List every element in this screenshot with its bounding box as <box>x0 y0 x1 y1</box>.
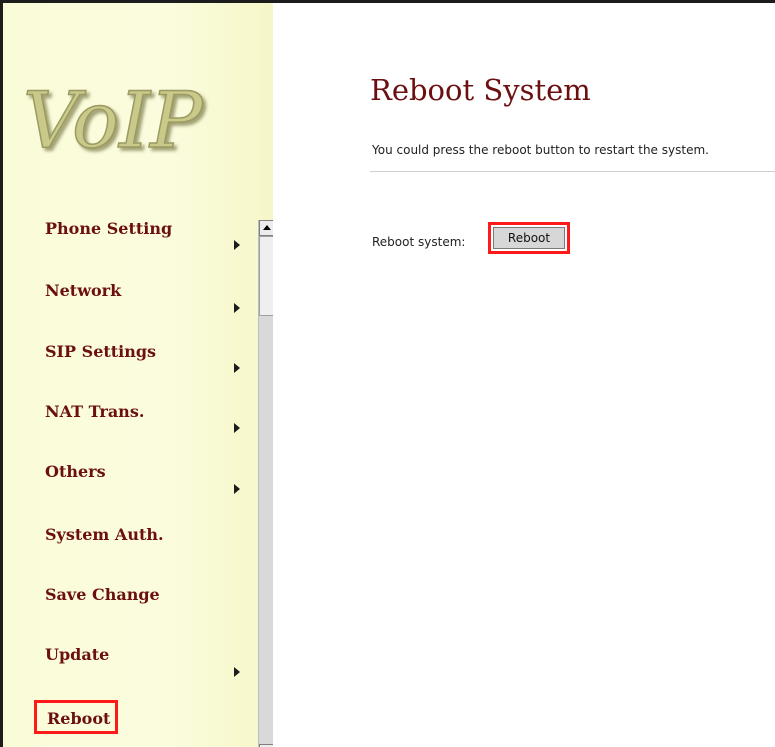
scroll-thumb[interactable] <box>259 236 273 316</box>
menu-label-phone-setting: Phone Setting <box>45 219 173 238</box>
chevron-right-icon <box>234 240 240 250</box>
main-content: Reboot System You could press the reboot… <box>274 3 775 747</box>
reboot-button[interactable]: Reboot <box>493 227 565 249</box>
menu-label-save-change: Save Change <box>45 585 160 604</box>
menu-label-sip-settings: SIP Settings <box>45 342 157 361</box>
reboot-button-highlight: Reboot <box>488 222 570 254</box>
menu-label-network: Network <box>45 281 122 300</box>
chevron-right-icon <box>234 363 240 373</box>
menu-label-others: Others <box>45 462 106 481</box>
voip-logo: VoIP <box>22 75 204 167</box>
reboot-system-label: Reboot system: <box>372 235 466 249</box>
menu-item-reboot[interactable]: Reboot <box>34 700 118 734</box>
page-title: Reboot System <box>370 73 591 107</box>
chevron-right-icon <box>234 667 240 677</box>
chevron-right-icon <box>234 423 240 433</box>
menu-item-sip-settings[interactable]: SIP Settings <box>45 342 156 372</box>
menu-label-system-auth: System Auth. <box>45 525 164 544</box>
sidebar: VoIP Phone Setting Network SIP Settings … <box>3 3 273 747</box>
menu-item-phone-setting[interactable]: Phone Setting <box>45 219 172 249</box>
menu-item-network[interactable]: Network <box>45 281 121 311</box>
divider <box>370 171 775 172</box>
menu-item-others[interactable]: Others <box>45 462 106 492</box>
menu-item-system-auth[interactable]: System Auth. <box>45 525 164 555</box>
scroll-up-icon[interactable] <box>259 220 273 236</box>
page-description: You could press the reboot button to res… <box>372 143 709 157</box>
menu-label-reboot: Reboot <box>47 709 111 728</box>
chevron-right-icon <box>234 303 240 313</box>
logo-text: VoIP <box>23 76 204 166</box>
sidebar-scrollbar[interactable] <box>258 220 273 747</box>
chevron-right-icon <box>234 484 240 494</box>
menu-item-update[interactable]: Update <box>45 645 109 675</box>
menu-label-nat-trans: NAT Trans. <box>45 402 145 421</box>
menu-label-update: Update <box>45 645 110 664</box>
menu-item-nat-trans[interactable]: NAT Trans. <box>45 402 144 432</box>
menu-item-save-change[interactable]: Save Change <box>45 585 160 615</box>
